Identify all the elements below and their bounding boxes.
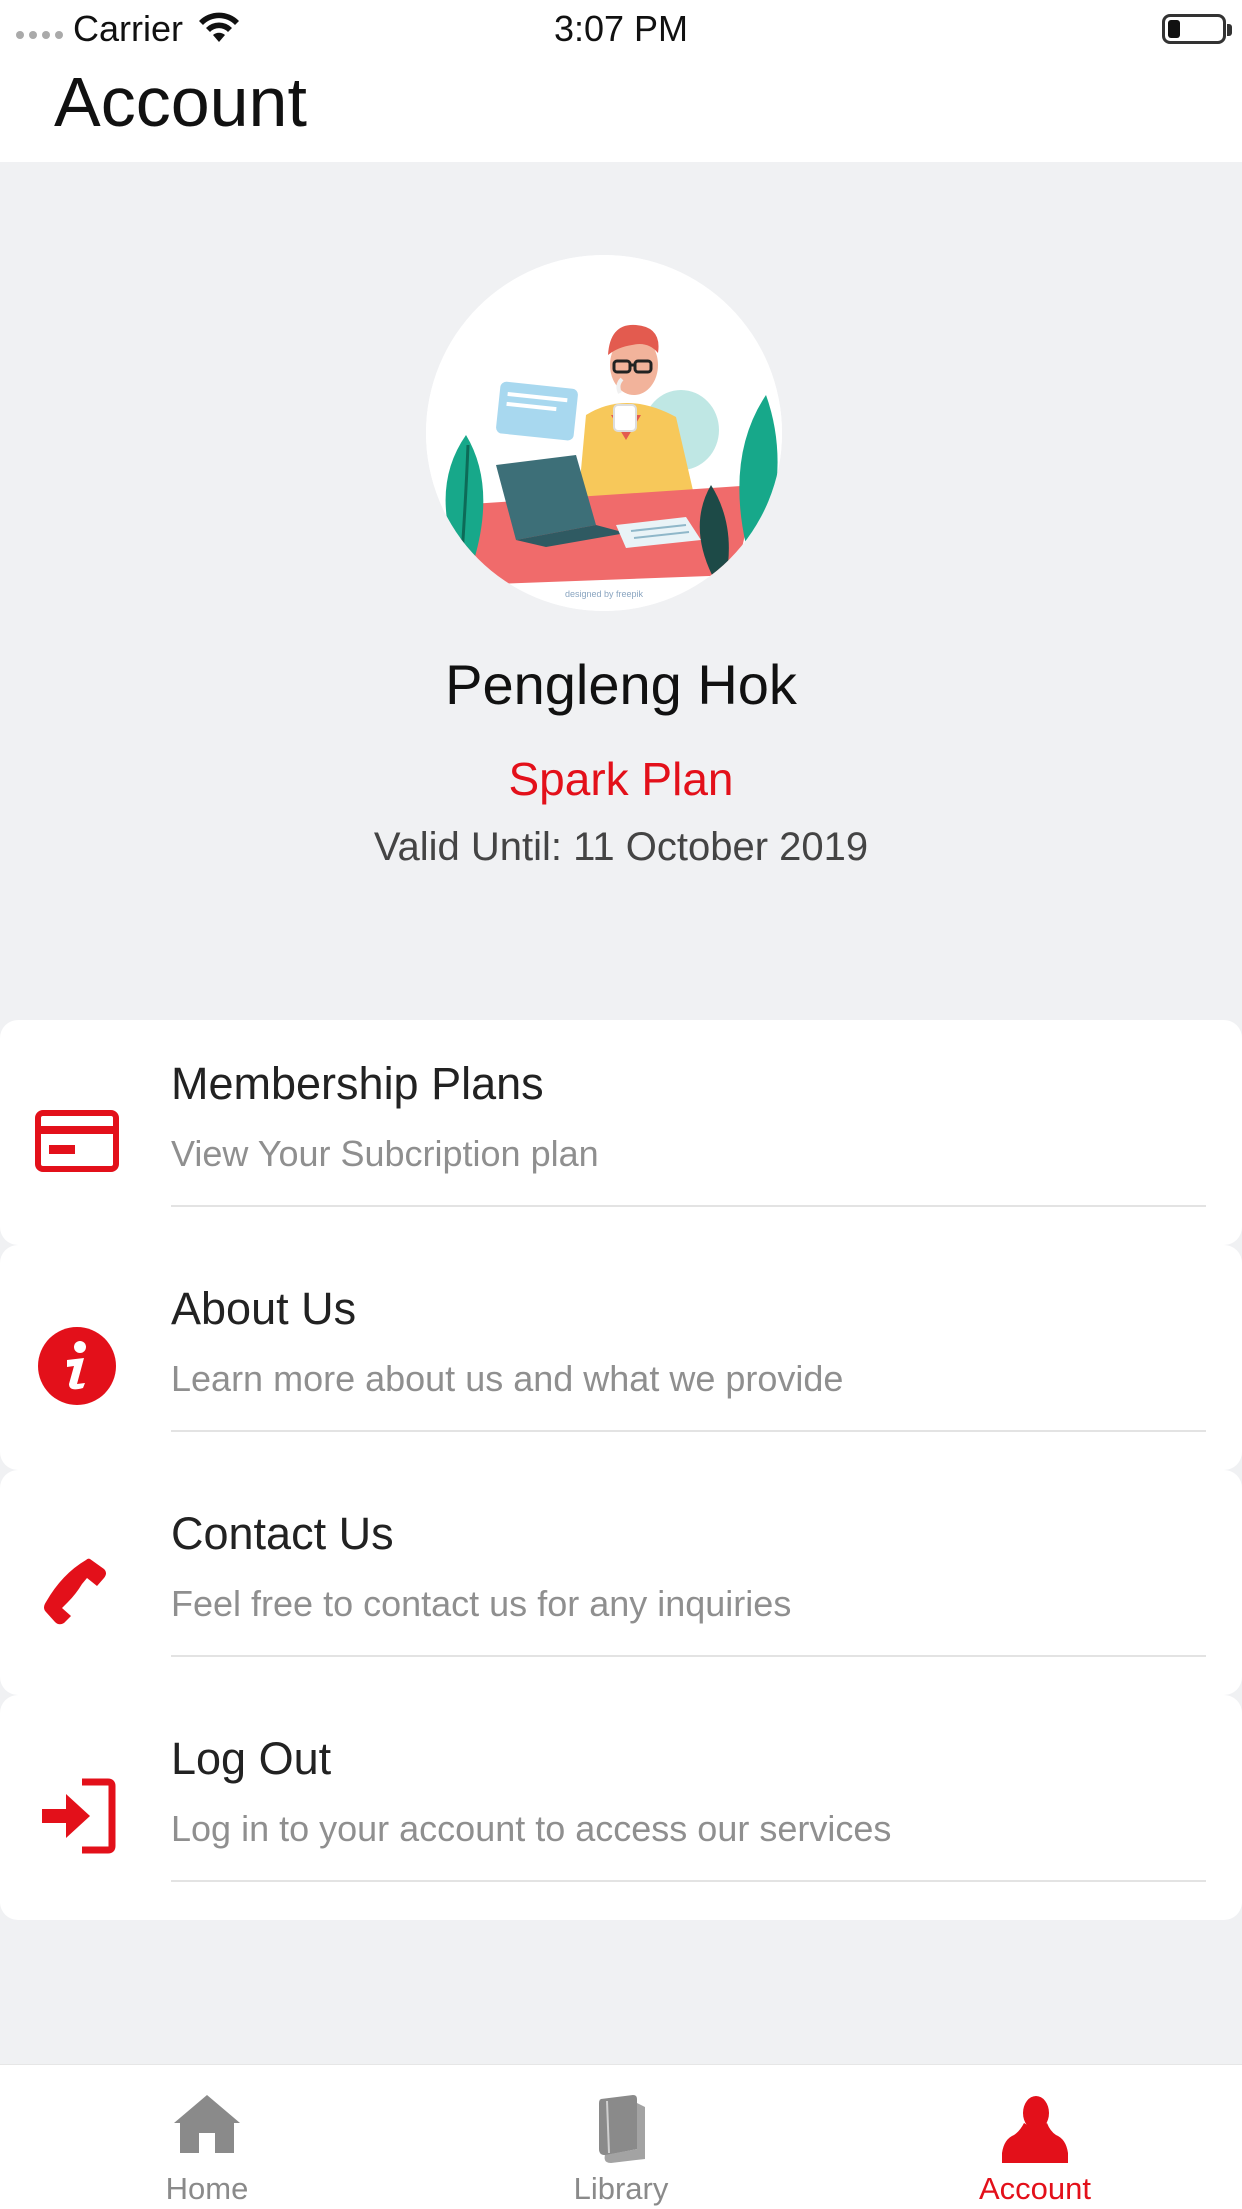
tab-label: Account (978, 2171, 1091, 2206)
avatar-illustration: designed by freepik (426, 255, 782, 611)
menu-item-title: Contact Us (171, 1508, 394, 1559)
avatar-credit: designed by freepik (565, 589, 644, 599)
avatar[interactable]: designed by freepik (426, 255, 782, 611)
divider (171, 1655, 1206, 1657)
info-icon (34, 1323, 120, 1409)
tab-label: Home (165, 2171, 249, 2206)
menu-item-title: Log Out (171, 1733, 332, 1784)
divider (171, 1205, 1206, 1207)
menu-item-log-out[interactable]: Log Out Log in to your account to access… (0, 1695, 1242, 1920)
book-icon (414, 2093, 828, 2165)
valid-until: Valid Until: 11 October 2019 (373, 825, 869, 869)
tab-account[interactable]: Account (828, 2065, 1242, 2209)
status-time: 3:07 PM (553, 8, 689, 49)
plan-name: Spark Plan (508, 753, 734, 805)
tab-label: Library (573, 2171, 669, 2206)
account-menu: Membership Plans View Your Subcription p… (0, 1020, 1242, 1920)
divider (171, 1430, 1206, 1432)
tab-bar: Home Library Account (0, 2064, 1242, 2209)
menu-item-title: Membership Plans (171, 1058, 544, 1109)
battery-icon (1162, 14, 1232, 44)
credit-card-icon (34, 1098, 120, 1184)
status-bar: Carrier 3:07 PM (0, 0, 1242, 58)
menu-item-subtitle: Feel free to contact us for any inquirie… (171, 1583, 792, 1624)
sign-in-icon (34, 1773, 120, 1859)
menu-item-subtitle: View Your Subcription plan (171, 1133, 599, 1174)
menu-item-subtitle: Log in to your account to access our ser… (171, 1808, 892, 1849)
user-icon (828, 2093, 1242, 2165)
divider (171, 1880, 1206, 1882)
page-title: Account (54, 63, 307, 141)
nav-header: Account (0, 58, 1242, 162)
menu-item-membership-plans[interactable]: Membership Plans View Your Subcription p… (0, 1020, 1242, 1245)
menu-item-about-us[interactable]: About Us Learn more about us and what we… (0, 1245, 1242, 1470)
home-icon (0, 2093, 414, 2165)
tab-home[interactable]: Home (0, 2065, 414, 2209)
phone-icon (34, 1548, 120, 1634)
menu-item-contact-us[interactable]: Contact Us Feel free to contact us for a… (0, 1470, 1242, 1695)
menu-item-subtitle: Learn more about us and what we provide (171, 1358, 844, 1399)
profile-section: designed by freepik Pengleng Hok Spark P… (0, 162, 1242, 1022)
tab-library[interactable]: Library (414, 2065, 828, 2209)
user-name: Pengleng Hok (445, 653, 797, 716)
menu-item-title: About Us (171, 1283, 357, 1334)
